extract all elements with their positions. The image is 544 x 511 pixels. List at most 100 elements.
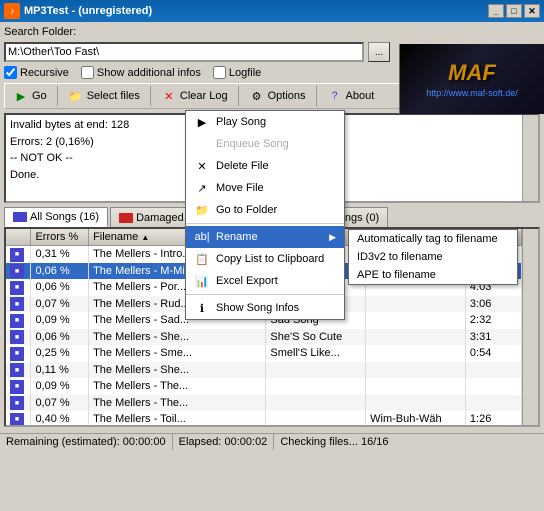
table-row[interactable]: ■ 0,07 % The Mellers - The...	[6, 395, 522, 412]
row-errors: 0,40 %	[31, 411, 89, 427]
row-errors: 0,06 %	[31, 279, 89, 296]
recursive-checkbox[interactable]: Recursive	[4, 66, 69, 79]
select-files-icon: 📁	[68, 88, 84, 104]
row-filename: The Mellers - Toil...	[89, 411, 266, 427]
tab-damaged-icon	[119, 213, 133, 223]
log-scrollbar[interactable]	[522, 115, 538, 201]
row-duration: 3:31	[465, 329, 521, 346]
submenu-item-id3v2[interactable]: ID3v2 to filename	[349, 248, 517, 266]
file-table-scrollbar[interactable]	[522, 229, 538, 425]
row-icon-cell: ■	[6, 296, 31, 313]
context-menu-item-rename[interactable]: ab|Rename▶	[186, 226, 344, 248]
row-title	[366, 329, 466, 346]
tab-all-icon	[13, 212, 27, 222]
row-duration: 2:32	[465, 312, 521, 329]
logfile-checkbox[interactable]: Logfile	[213, 66, 261, 79]
row-duration	[465, 362, 521, 379]
clear-log-button[interactable]: ✕ Clear Log	[155, 86, 234, 106]
row-errors: 0,25 %	[31, 345, 89, 362]
row-duration: 3:06	[465, 296, 521, 313]
about-button[interactable]: ? About	[321, 86, 381, 106]
table-row[interactable]: ■ 0,40 % The Mellers - Toil... Wim-Buh-W…	[6, 411, 522, 427]
ctx-icon-songinfo: ℹ	[194, 300, 210, 316]
select-files-button[interactable]: 📁 Select files	[62, 86, 146, 106]
row-errors: 0,06 %	[31, 263, 89, 280]
row-icon-cell: ■	[6, 378, 31, 395]
app-icon: ♪	[4, 3, 20, 19]
toolbar-separator4	[316, 86, 317, 106]
options-button[interactable]: ⚙ Options	[243, 86, 312, 106]
status-bar: Remaining (estimated): 00:00:00 Elapsed:…	[0, 433, 544, 450]
ctx-icon-goto: 📁	[194, 202, 210, 218]
ctx-separator	[186, 294, 344, 295]
row-icon-cell: ■	[6, 411, 31, 427]
submenu-item-ape[interactable]: APE to filename	[349, 266, 517, 284]
context-menu-item-goto[interactable]: 📁Go to Folder	[186, 199, 344, 221]
row-title	[366, 378, 466, 395]
title-bar: ♪ MP3Test - (unregistered) _ □ ✕	[0, 0, 544, 22]
go-button[interactable]: ▶ Go	[7, 86, 53, 106]
context-menu-item-delete[interactable]: ✕Delete File	[186, 155, 344, 177]
toolbar-separator3	[238, 86, 239, 106]
context-menu-item-copyclipboard[interactable]: 📋Copy List to Clipboard	[186, 248, 344, 270]
go-icon: ▶	[13, 88, 29, 104]
row-filename: The Mellers - The...	[89, 378, 266, 395]
row-icon-cell: ■	[6, 246, 31, 263]
context-menu-item-songinfo[interactable]: ℹShow Song Infos	[186, 297, 344, 319]
table-row[interactable]: ■ 0,11 % The Mellers - She...	[6, 362, 522, 379]
ctx-icon-enqueue	[194, 136, 210, 152]
row-icon-cell: ■	[6, 362, 31, 379]
brand-area: MAF http://www.maf-soft.de/	[399, 44, 544, 114]
ctx-icon-play: ▶	[194, 114, 210, 130]
row-title	[366, 395, 466, 412]
submenu-item-autotag[interactable]: Automatically tag to filename	[349, 230, 517, 248]
row-artist: She'S So Cute	[266, 329, 366, 346]
options-icon: ⚙	[249, 88, 265, 104]
ctx-icon-delete: ✕	[194, 158, 210, 174]
row-errors: 0,09 %	[31, 378, 89, 395]
search-input[interactable]	[4, 42, 364, 62]
row-errors: 0,11 %	[31, 362, 89, 379]
row-errors: 0,31 %	[31, 246, 89, 263]
row-icon-cell: ■	[6, 345, 31, 362]
additional-info-checkbox[interactable]: Show additional infos	[81, 66, 201, 79]
row-errors: 0,06 %	[31, 329, 89, 346]
ctx-icon-move: ↗	[194, 180, 210, 196]
elapsed-panel: Elapsed: 00:00:02	[173, 434, 275, 450]
ctx-icon-copyclipboard: 📋	[194, 251, 210, 267]
toolbar-separator	[57, 86, 58, 106]
row-artist	[266, 378, 366, 395]
col-errors[interactable]: Errors %	[31, 229, 89, 246]
search-folder-label: Search Folder:	[4, 26, 76, 38]
about-icon: ?	[327, 88, 343, 104]
context-menu: ▶Play SongEnqueue Song✕Delete File↗Move …	[185, 110, 345, 320]
row-duration	[465, 378, 521, 395]
row-filename: The Mellers - She...	[89, 362, 266, 379]
context-menu-item-play[interactable]: ▶Play Song	[186, 111, 344, 133]
table-row[interactable]: ■ 0,06 % The Mellers - She... She'S So C…	[6, 329, 522, 346]
row-duration: 1:26	[465, 411, 521, 427]
context-menu-item-move[interactable]: ↗Move File	[186, 177, 344, 199]
table-row[interactable]: ■ 0,09 % The Mellers - The...	[6, 378, 522, 395]
clear-log-icon: ✕	[161, 88, 177, 104]
col-icon	[6, 229, 31, 246]
brand-url: http://www.maf-soft.de/	[426, 88, 518, 98]
browse-button[interactable]: ...	[368, 42, 390, 62]
tab-all-songs[interactable]: All Songs (16)	[4, 207, 108, 227]
close-button[interactable]: ✕	[524, 4, 540, 18]
maximize-button[interactable]: □	[506, 4, 522, 18]
row-icon-cell: ■	[6, 279, 31, 296]
brand-logo: MAF	[448, 60, 496, 86]
context-menu-item-excelexport[interactable]: 📊Excel Export	[186, 270, 344, 292]
submenu: Automatically tag to filenameID3v2 to fi…	[348, 229, 518, 285]
row-errors: 0,07 %	[31, 395, 89, 412]
table-row[interactable]: ■ 0,25 % The Mellers - Sme... Smell'S Li…	[6, 345, 522, 362]
row-title: Wim-Buh-Wäh	[366, 411, 466, 427]
minimize-button[interactable]: _	[488, 4, 504, 18]
remaining-panel: Remaining (estimated): 00:00:00	[0, 434, 173, 450]
status-panel: Checking files... 16/16	[274, 434, 544, 450]
row-filename: The Mellers - She...	[89, 329, 266, 346]
row-artist: Smell'S Like...	[266, 345, 366, 362]
window-title: MP3Test - (unregistered)	[24, 5, 152, 17]
ctx-icon-rename: ab|	[194, 229, 210, 245]
